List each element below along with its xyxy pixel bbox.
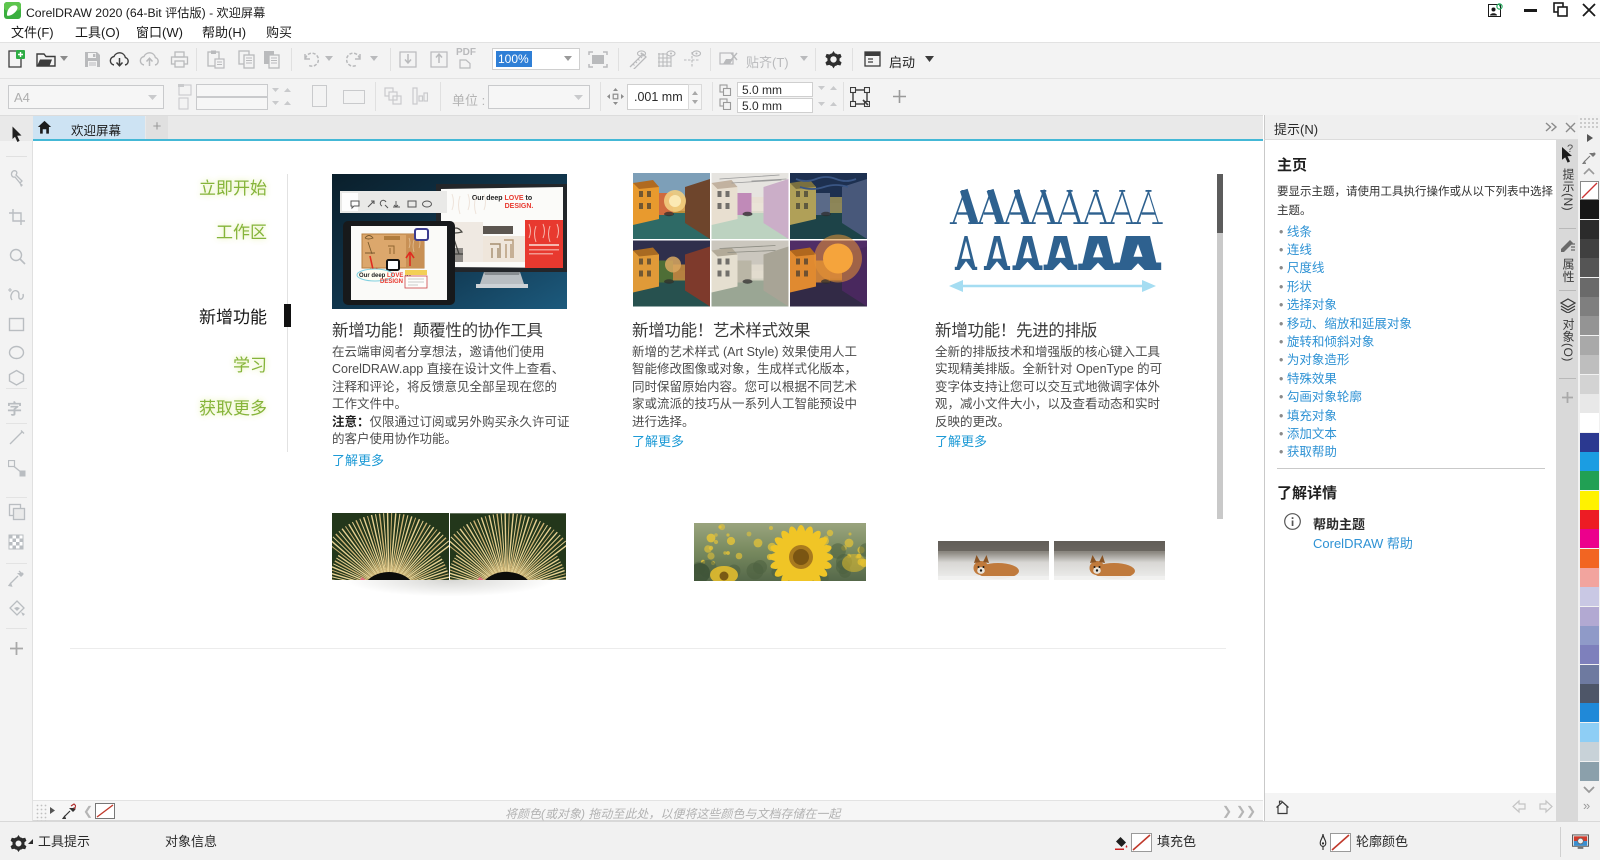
- svg-text:Our deep LOVE to: Our deep LOVE to: [472, 195, 532, 202]
- svg-text:DESIGN: DESIGN: [380, 279, 403, 285]
- svg-text:DESIGN.: DESIGN.: [505, 203, 534, 210]
